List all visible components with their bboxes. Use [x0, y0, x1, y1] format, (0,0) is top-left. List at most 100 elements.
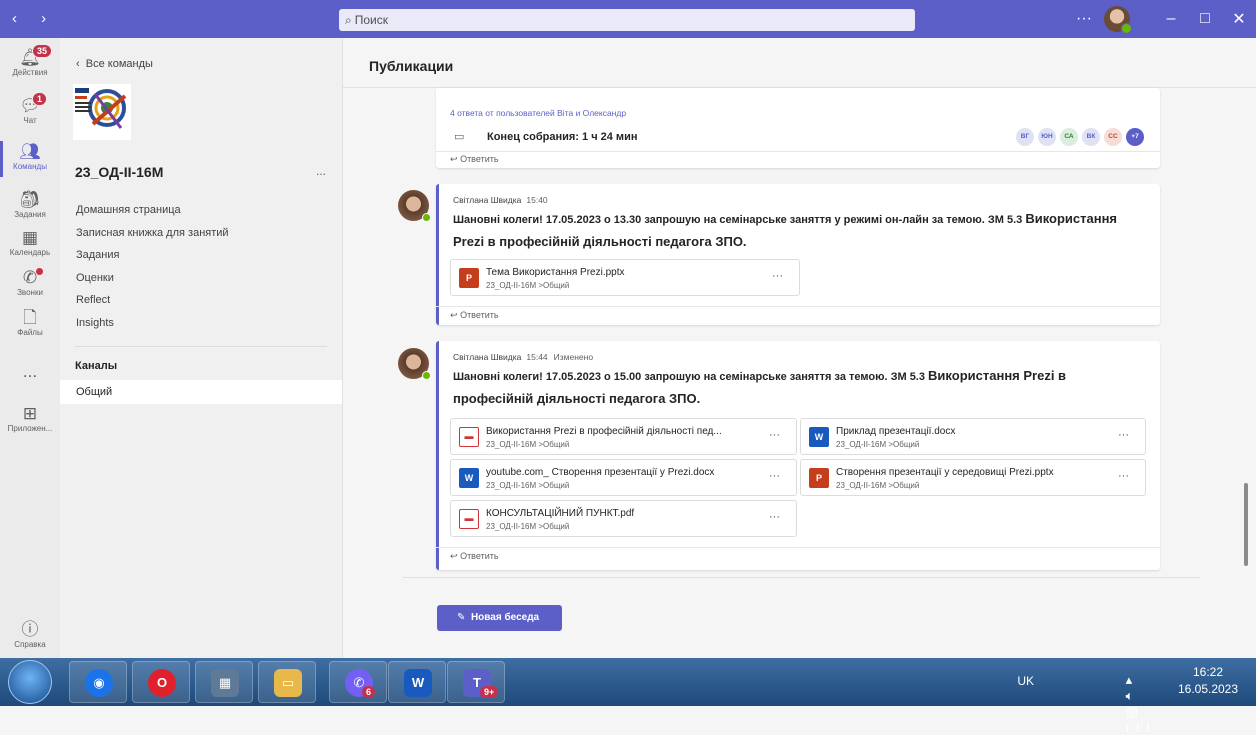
rail-calls[interactable]: ✆ Звонки — [0, 268, 60, 297]
search-input[interactable]: ⌕ Поиск — [339, 9, 915, 31]
attachment[interactable]: W Приклад презентації.docx 23_ОД-ІІ-16М … — [800, 418, 1146, 455]
reply-icon: ↩ — [450, 551, 458, 561]
reply-button[interactable]: ↩ Ответить — [450, 310, 499, 321]
team-more-options[interactable]: ... — [316, 164, 326, 178]
taskbar-viber[interactable]: ✆ 6 — [329, 661, 387, 703]
rail-more[interactable]: ... — [0, 362, 60, 382]
channel-general[interactable]: Общий — [60, 380, 342, 404]
rail-apps[interactable]: ⊞ Приложен... — [0, 404, 60, 433]
opera-icon: O — [148, 669, 176, 697]
new-conversation-label: Новая беседа — [470, 612, 540, 623]
attachment-more-icon[interactable]: ··· — [1118, 429, 1129, 441]
profile-avatar[interactable] — [1104, 6, 1132, 34]
attachment-name: Приклад презентації.docx — [836, 426, 956, 437]
apps-icon: ⊞ — [22, 404, 38, 423]
attachment-path: 23_ОД-ІІ-16М >Общий — [486, 440, 570, 449]
powerpoint-icon: P — [459, 268, 479, 288]
team-sidebar: ‹ Все команды 23_ОД-ІІ-16М ... Домашняя … — [60, 38, 343, 658]
rail-label: Справка — [14, 640, 46, 649]
back-label: Все команды — [85, 58, 153, 70]
rail-files[interactable]: 🗋 Файлы — [0, 308, 60, 337]
close-icon[interactable]: ✕ — [1222, 9, 1256, 29]
nav-assignments[interactable]: Задания — [76, 249, 229, 272]
rail-assignments[interactable]: 🎒︎ Задания — [0, 190, 60, 219]
attachment-more-icon[interactable]: ··· — [772, 270, 783, 282]
author-name[interactable]: Світлана Швидка — [453, 195, 521, 205]
nav-reflect[interactable]: Reflect — [76, 294, 229, 317]
replies-link[interactable]: 4 ответа от пользователей Віта и Олексан… — [450, 108, 626, 118]
divider — [75, 346, 327, 347]
rail-label: Чат — [23, 116, 37, 125]
help-icon: ⓘ — [21, 620, 39, 639]
language-indicator[interactable]: UK — [1017, 674, 1034, 688]
channel-main: Публикации 4 ответа от пользователей Віт… — [343, 38, 1256, 658]
back-to-teams-link[interactable]: ‹ Все команды — [76, 58, 153, 70]
author-name[interactable]: Світлана Швидка — [453, 352, 521, 362]
reply-button[interactable]: ↩ Ответить — [450, 154, 499, 165]
attachment-more-icon[interactable]: ··· — [769, 470, 780, 482]
attachment[interactable]: P Створення презентації у середовищі Pre… — [800, 459, 1146, 496]
taskbar-teams[interactable]: T 9+ — [447, 661, 505, 703]
attachment-more-icon[interactable]: ··· — [1118, 470, 1129, 482]
teams-badge: 9+ — [480, 686, 499, 698]
minimize-icon[interactable]: – — [1154, 10, 1188, 28]
tray-icons[interactable]: ▴ 🔈︎ ▥ ıll — [1126, 672, 1156, 735]
divider — [436, 151, 1160, 152]
channel-header: Публикации — [343, 38, 1256, 88]
team-logo — [73, 84, 131, 140]
attachment[interactable]: ▬ КОНСУЛЬТАЦІЙНИЙ ПУНКТ.pdf 23_ОД-ІІ-16М… — [450, 500, 797, 537]
participant-avatar: ЮН — [1038, 128, 1056, 146]
rail-activity[interactable]: 🔔︎ 35 Действия — [0, 44, 60, 77]
participant-avatar: СС — [1104, 128, 1122, 146]
rail-label: Файлы — [17, 328, 43, 337]
reply-button[interactable]: ↩ Ответить — [450, 551, 499, 562]
nav-class-notebook[interactable]: Записная книжка для занятий — [76, 227, 229, 250]
attachment[interactable]: P Тема Використання Prezi.pptx 23_ОД-ІІ-… — [450, 259, 800, 296]
attachment[interactable]: ▬ Використання Prezi в професійній діяль… — [450, 418, 797, 455]
participant-avatar: СА — [1060, 128, 1078, 146]
compose-icon: ✎ — [457, 612, 466, 623]
attachment[interactable]: W youtube.com_ Створення презентації у P… — [450, 459, 797, 496]
participant-avatars[interactable]: ВГ ЮН СА ВК СС +7 — [1012, 128, 1144, 146]
settings-more-icon[interactable]: ··· — [1076, 10, 1092, 28]
participant-avatar: ВК — [1082, 128, 1100, 146]
divider — [436, 547, 1160, 548]
more-icon: ... — [22, 362, 38, 381]
taskbar-calculator[interactable]: ▦ — [195, 661, 253, 703]
page-title: Публикации — [369, 58, 454, 74]
divider — [436, 306, 1160, 307]
avatar[interactable] — [398, 348, 431, 380]
nav-grades[interactable]: Оценки — [76, 272, 229, 295]
status-icon — [422, 213, 431, 222]
attachment-more-icon[interactable]: ··· — [769, 429, 780, 441]
message-post: Світлана Швидка 15:40 Шановні колеги! 17.… — [436, 184, 1160, 325]
maximize-icon[interactable]: □ — [1188, 10, 1222, 28]
viber-badge: 6 — [362, 686, 376, 698]
rail-chat[interactable]: 💬︎ 1 Чат — [0, 92, 60, 125]
avatar[interactable] — [398, 190, 431, 222]
reply-icon: ↩ — [450, 154, 458, 164]
start-button[interactable] — [8, 660, 52, 704]
message-part: Використання Prezi в — [928, 368, 1067, 383]
taskbar-word[interactable]: W — [388, 661, 446, 703]
rail-teams[interactable]: 👥︎ Команды — [0, 142, 60, 171]
nav-arrows[interactable]: ‹ › — [12, 10, 56, 27]
taskbar-explorer[interactable]: ▭ — [258, 661, 316, 703]
file-icon: 🗋 — [23, 308, 37, 327]
nav-insights[interactable]: Insights — [76, 317, 229, 340]
taskbar-opera[interactable]: O — [132, 661, 190, 703]
search-icon: ⌕ — [345, 13, 352, 27]
post-time: 15:44 — [526, 352, 548, 362]
attachment-more-icon[interactable]: ··· — [769, 511, 780, 523]
message-part: Використання — [1025, 211, 1118, 226]
reply-label: Ответить — [460, 154, 499, 164]
taskbar-chrome[interactable]: ◉ — [69, 661, 127, 703]
attachment-name: КОНСУЛЬТАЦІЙНИЙ ПУНКТ.pdf — [486, 508, 635, 519]
rail-help[interactable]: ⓘ Справка — [0, 620, 60, 649]
reply-icon: ↩ — [450, 310, 458, 320]
clock[interactable]: 16:22 16.05.2023 — [1168, 664, 1248, 698]
rail-calendar[interactable]: ▦ Календарь — [0, 228, 60, 257]
nav-home[interactable]: Домашняя страница — [76, 204, 229, 227]
new-conversation-button[interactable]: ✎ Новая беседа — [437, 605, 562, 631]
scrollbar[interactable] — [1244, 483, 1248, 566]
